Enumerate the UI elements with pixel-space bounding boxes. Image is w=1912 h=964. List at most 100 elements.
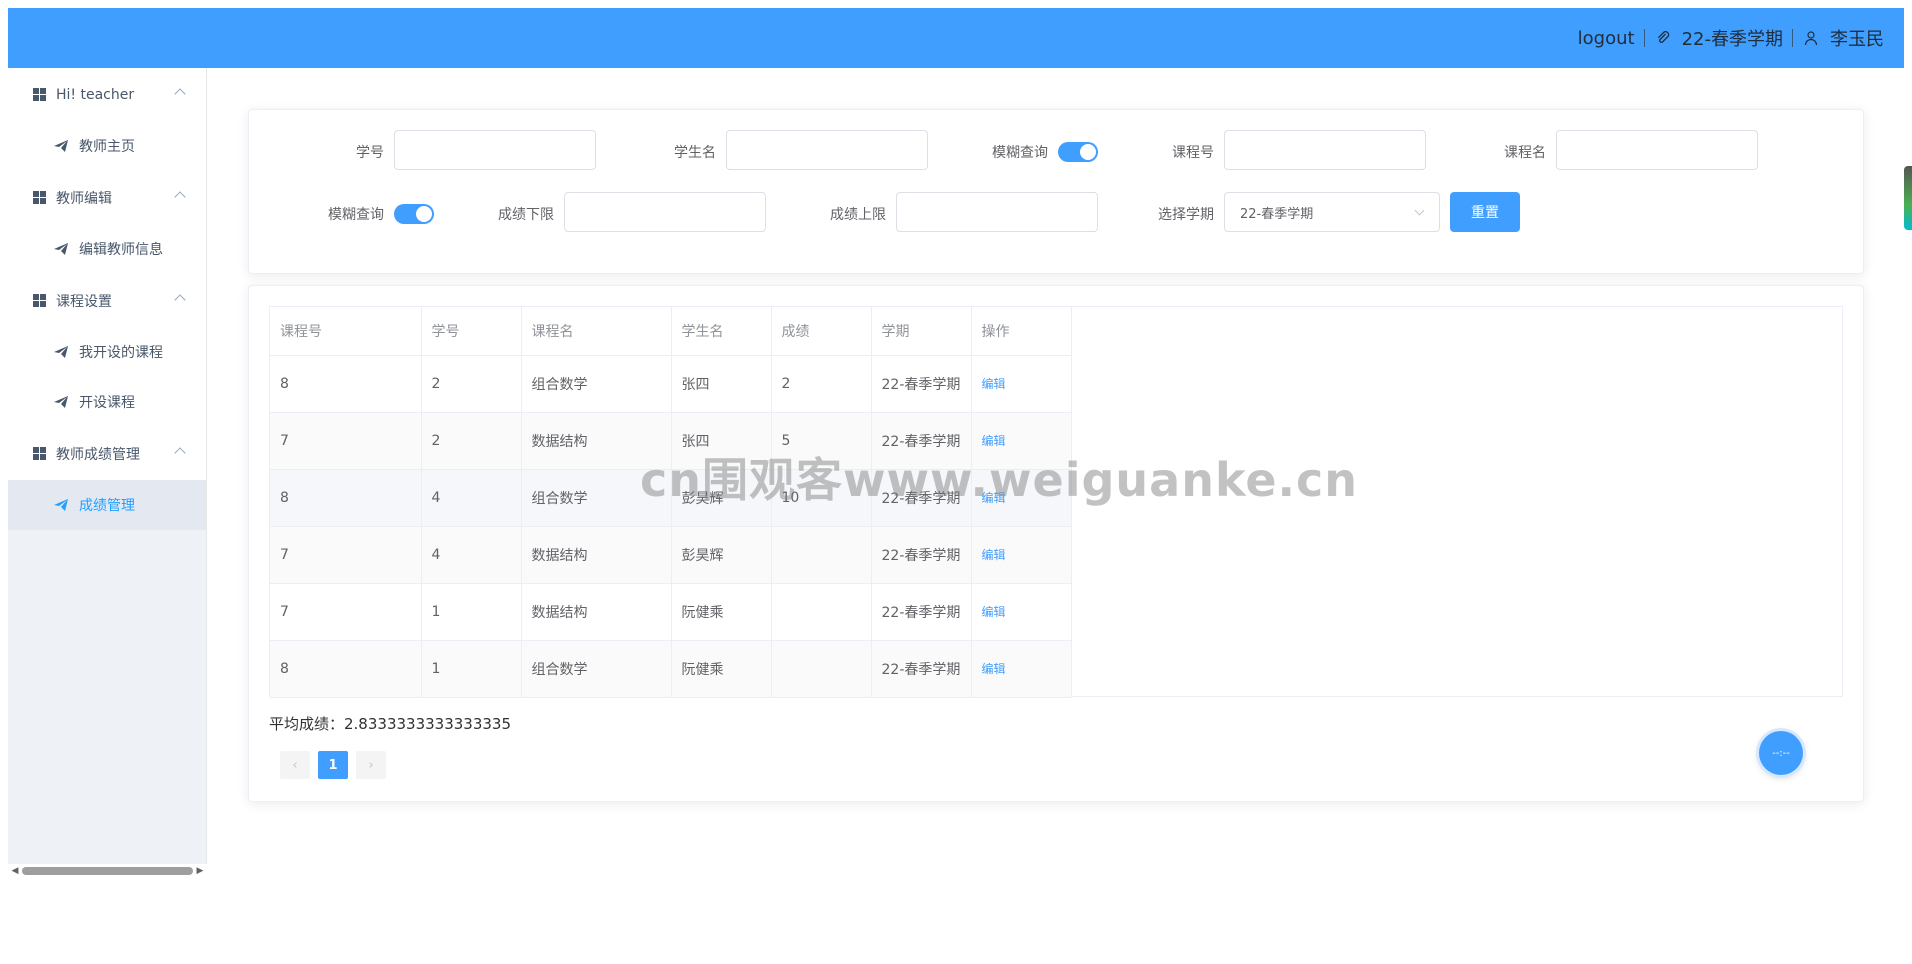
table-row: 8 1 组合数学 阮健乘 22-春季学期 编辑 [270,640,1072,698]
pagination: ‹ 1 › [280,751,386,779]
floating-action-button[interactable]: --:-- [1759,731,1803,775]
edit-link[interactable]: 编辑 [982,605,1006,619]
cell-semester: 22-春季学期 [871,583,972,641]
column-header[interactable]: 课程号 [270,307,422,356]
cell-course-id: 7 [270,583,422,641]
results-panel: 课程号 学号 课程名 学生名 成绩 学期 操作 8 2 组合数学 张四 2 22… [248,285,1864,802]
table-row: 7 4 数据结构 彭昊辉 22-春季学期 编辑 [270,526,1072,584]
header-divider [1643,29,1645,47]
sidebar-item-score-management[interactable]: 成绩管理 [8,480,206,530]
edit-link[interactable]: 编辑 [982,548,1006,562]
sidebar: Hi! teacher 教师主页 教师编辑 编辑教师信息 课程设置 我开设的课程 [8,68,207,878]
cell-student-id: 2 [421,355,522,413]
app-root: logout 22-春季学期 李玉民 Hi! teacher 教师主页 教师编辑 [8,8,1904,956]
student-id-input[interactable] [394,130,596,170]
cell-student-name: 阮健乘 [671,640,772,698]
cell-student-id: 4 [421,526,522,584]
student-id-label: 学号 [356,145,384,161]
sidebar-item-my-courses[interactable]: 我开设的课程 [8,327,206,377]
cell-course-name: 组合数学 [521,355,672,413]
column-header[interactable]: 学期 [871,307,972,356]
edit-link[interactable]: 编辑 [982,377,1006,391]
course-name-input[interactable] [1556,130,1758,170]
grid-icon [33,447,46,460]
cell-semester: 22-春季学期 [871,640,972,698]
sidebar-horizontal-scrollbar[interactable]: ◀ ▶ [8,864,207,878]
cell-action: 编辑 [971,355,1072,413]
cell-semester: 22-春季学期 [871,526,972,584]
grid-icon [33,294,46,307]
score-min-label: 成绩下限 [498,207,554,223]
grid-icon [33,191,46,204]
course-id-label: 课程号 [1172,145,1214,161]
user-name[interactable]: 李玉民 [1830,25,1884,51]
cell-semester: 22-春季学期 [871,355,972,413]
cell-course-id: 8 [270,355,422,413]
scrollbar-thumb[interactable] [22,867,193,875]
column-header[interactable]: 学生名 [671,307,772,356]
fuzzy-query-switch[interactable] [394,204,434,224]
grid-icon [33,88,46,101]
chevron-up-icon [174,191,186,203]
scroll-left-icon[interactable]: ◀ [8,866,22,876]
score-max-input[interactable] [896,192,1098,232]
paper-plane-icon [54,346,68,358]
score-max-label: 成绩上限 [830,207,886,223]
cell-action: 编辑 [971,640,1072,698]
edit-link[interactable]: 编辑 [982,662,1006,676]
cell-student-id: 1 [421,640,522,698]
sidebar-group-score-management[interactable]: 教师成绩管理 [8,427,206,480]
cell-score [771,526,872,584]
sidebar-item-label: 教师主页 [79,139,135,155]
column-header[interactable]: 课程名 [521,307,672,356]
table-row: 8 2 组合数学 张四 2 22-春季学期 编辑 [270,355,1072,413]
sidebar-group-hi-teacher[interactable]: Hi! teacher [8,68,206,121]
cell-student-name: 张四 [671,355,772,413]
sidebar-item-open-course[interactable]: 开设课程 [8,377,206,427]
score-min-input[interactable] [564,192,766,232]
sidebar-item-teacher-home[interactable]: 教师主页 [8,121,206,171]
sidebar-group-teacher-edit[interactable]: 教师编辑 [8,171,206,224]
sidebar-group-label: Hi! teacher [56,86,135,103]
cell-score [771,583,872,641]
column-header[interactable]: 成绩 [771,307,872,356]
paper-plane-icon [54,243,68,255]
header-divider [1792,29,1793,47]
cell-student-name: 彭昊辉 [671,526,772,584]
column-header[interactable]: 操作 [971,307,1072,356]
cell-action: 编辑 [971,583,1072,641]
next-page-button[interactable]: › [356,751,386,779]
cell-course-name: 数据结构 [521,526,672,584]
table-header-row: 课程号 学号 课程名 学生名 成绩 学期 操作 [270,307,1072,356]
logout-link[interactable]: logout [1578,28,1635,49]
scroll-right-icon[interactable]: ▶ [193,866,207,876]
fuzzy-query-switch[interactable] [1058,142,1098,162]
filter-panel: 学号 学生名 模糊查询 课程号 课程名 模糊查询 成绩下限 成绩上限 选择学期 … [248,109,1864,274]
cell-student-id: 1 [421,583,522,641]
cell-action: 编辑 [971,526,1072,584]
average-score: 平均成绩：2.8333333333333335 [269,715,512,733]
side-panel-tab[interactable] [1904,166,1912,230]
student-name-input[interactable] [726,130,928,170]
cell-score: 2 [771,355,872,413]
chevron-up-icon [174,88,186,100]
table-row: 7 1 数据结构 阮健乘 22-春季学期 编辑 [270,583,1072,641]
sidebar-item-label: 成绩管理 [79,498,135,514]
sidebar-group-course-settings[interactable]: 课程设置 [8,274,206,327]
user-icon [1802,29,1820,47]
paper-plane-icon [54,396,68,408]
reset-button[interactable]: 重置 [1450,192,1520,232]
page-number-button[interactable]: 1 [318,751,348,779]
sidebar-item-edit-teacher-info[interactable]: 编辑教师信息 [8,224,206,274]
cell-course-id: 8 [270,640,422,698]
course-id-input[interactable] [1224,130,1426,170]
prev-page-button[interactable]: ‹ [280,751,310,779]
cell-student-id: 4 [421,469,522,527]
paper-plane-icon [54,499,68,511]
cell-course-id: 7 [270,412,422,470]
column-header[interactable]: 学号 [421,307,522,356]
chevron-up-icon [174,294,186,306]
paper-plane-icon [54,140,68,152]
sidebar-group-label: 课程设置 [56,293,112,310]
semester-select[interactable]: 22-春季学期 [1224,192,1440,232]
